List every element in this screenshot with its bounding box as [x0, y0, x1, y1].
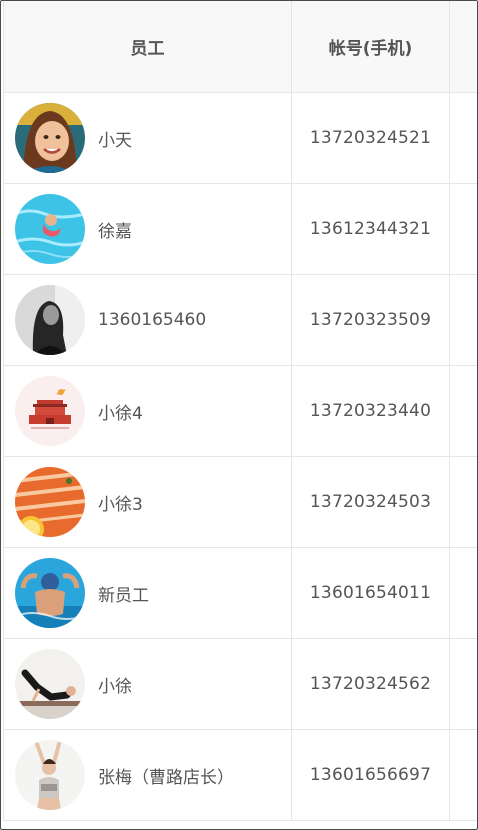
employee-name: 新员工 [98, 585, 149, 606]
salmon-food-avatar [15, 467, 85, 537]
column-header-next [449, 1, 477, 93]
grayscale-portrait-avatar [15, 285, 85, 355]
employee-table-panel: 员工 帐号(手机) 小天 13720324521 徐嘉 13612344321 … [0, 0, 478, 830]
employee-account: 13612344321 [291, 183, 450, 275]
column-header-account[interactable]: 帐号(手机) [291, 1, 450, 93]
table-row[interactable]: 1360165460 13720323509 [3, 274, 477, 366]
tiananmen-illustration-avatar [15, 376, 85, 446]
employee-name: 徐嘉 [98, 221, 132, 242]
table-row[interactable]: 小徐4 13720323440 [3, 365, 477, 457]
swimmer-avatar [15, 558, 85, 628]
table-row[interactable]: 小徐 13720324562 [3, 638, 477, 730]
employee-account: 13601656697 [291, 729, 450, 821]
employee-account: 13720324521 [291, 92, 450, 184]
child-photo-avatar [15, 103, 85, 173]
employee-account: 13601654011 [291, 547, 450, 639]
table-row[interactable]: 徐嘉 13612344321 [3, 183, 477, 275]
swimming-pool-avatar [15, 194, 85, 264]
employee-name: 小天 [98, 130, 132, 151]
employee-account: 13720323509 [291, 274, 450, 366]
dancer-avatar [15, 740, 85, 810]
employee-table: 员工 帐号(手机) 小天 13720324521 徐嘉 13612344321 … [3, 1, 477, 821]
table-row[interactable]: 小天 13720324521 [3, 92, 477, 184]
employee-account: 13720324503 [291, 456, 450, 548]
yoga-pose-avatar [15, 649, 85, 719]
employee-account: 13720323440 [291, 365, 450, 457]
employee-name: 小徐 [98, 676, 132, 697]
table-row[interactable]: 小徐3 13720324503 [3, 456, 477, 548]
employee-name: 小徐3 [98, 494, 143, 515]
table-row[interactable]: 新员工 13601654011 [3, 547, 477, 639]
employee-name: 小徐4 [98, 403, 143, 424]
table-header-row: 员工 帐号(手机) [3, 1, 477, 93]
column-header-employee[interactable]: 员工 [3, 1, 292, 93]
employee-name: 1360165460 [98, 310, 207, 330]
table-row[interactable]: 张梅（曹路店长） 13601656697 [3, 729, 477, 821]
employee-account: 13720324562 [291, 638, 450, 730]
employee-name: 张梅（曹路店长） [98, 767, 234, 788]
